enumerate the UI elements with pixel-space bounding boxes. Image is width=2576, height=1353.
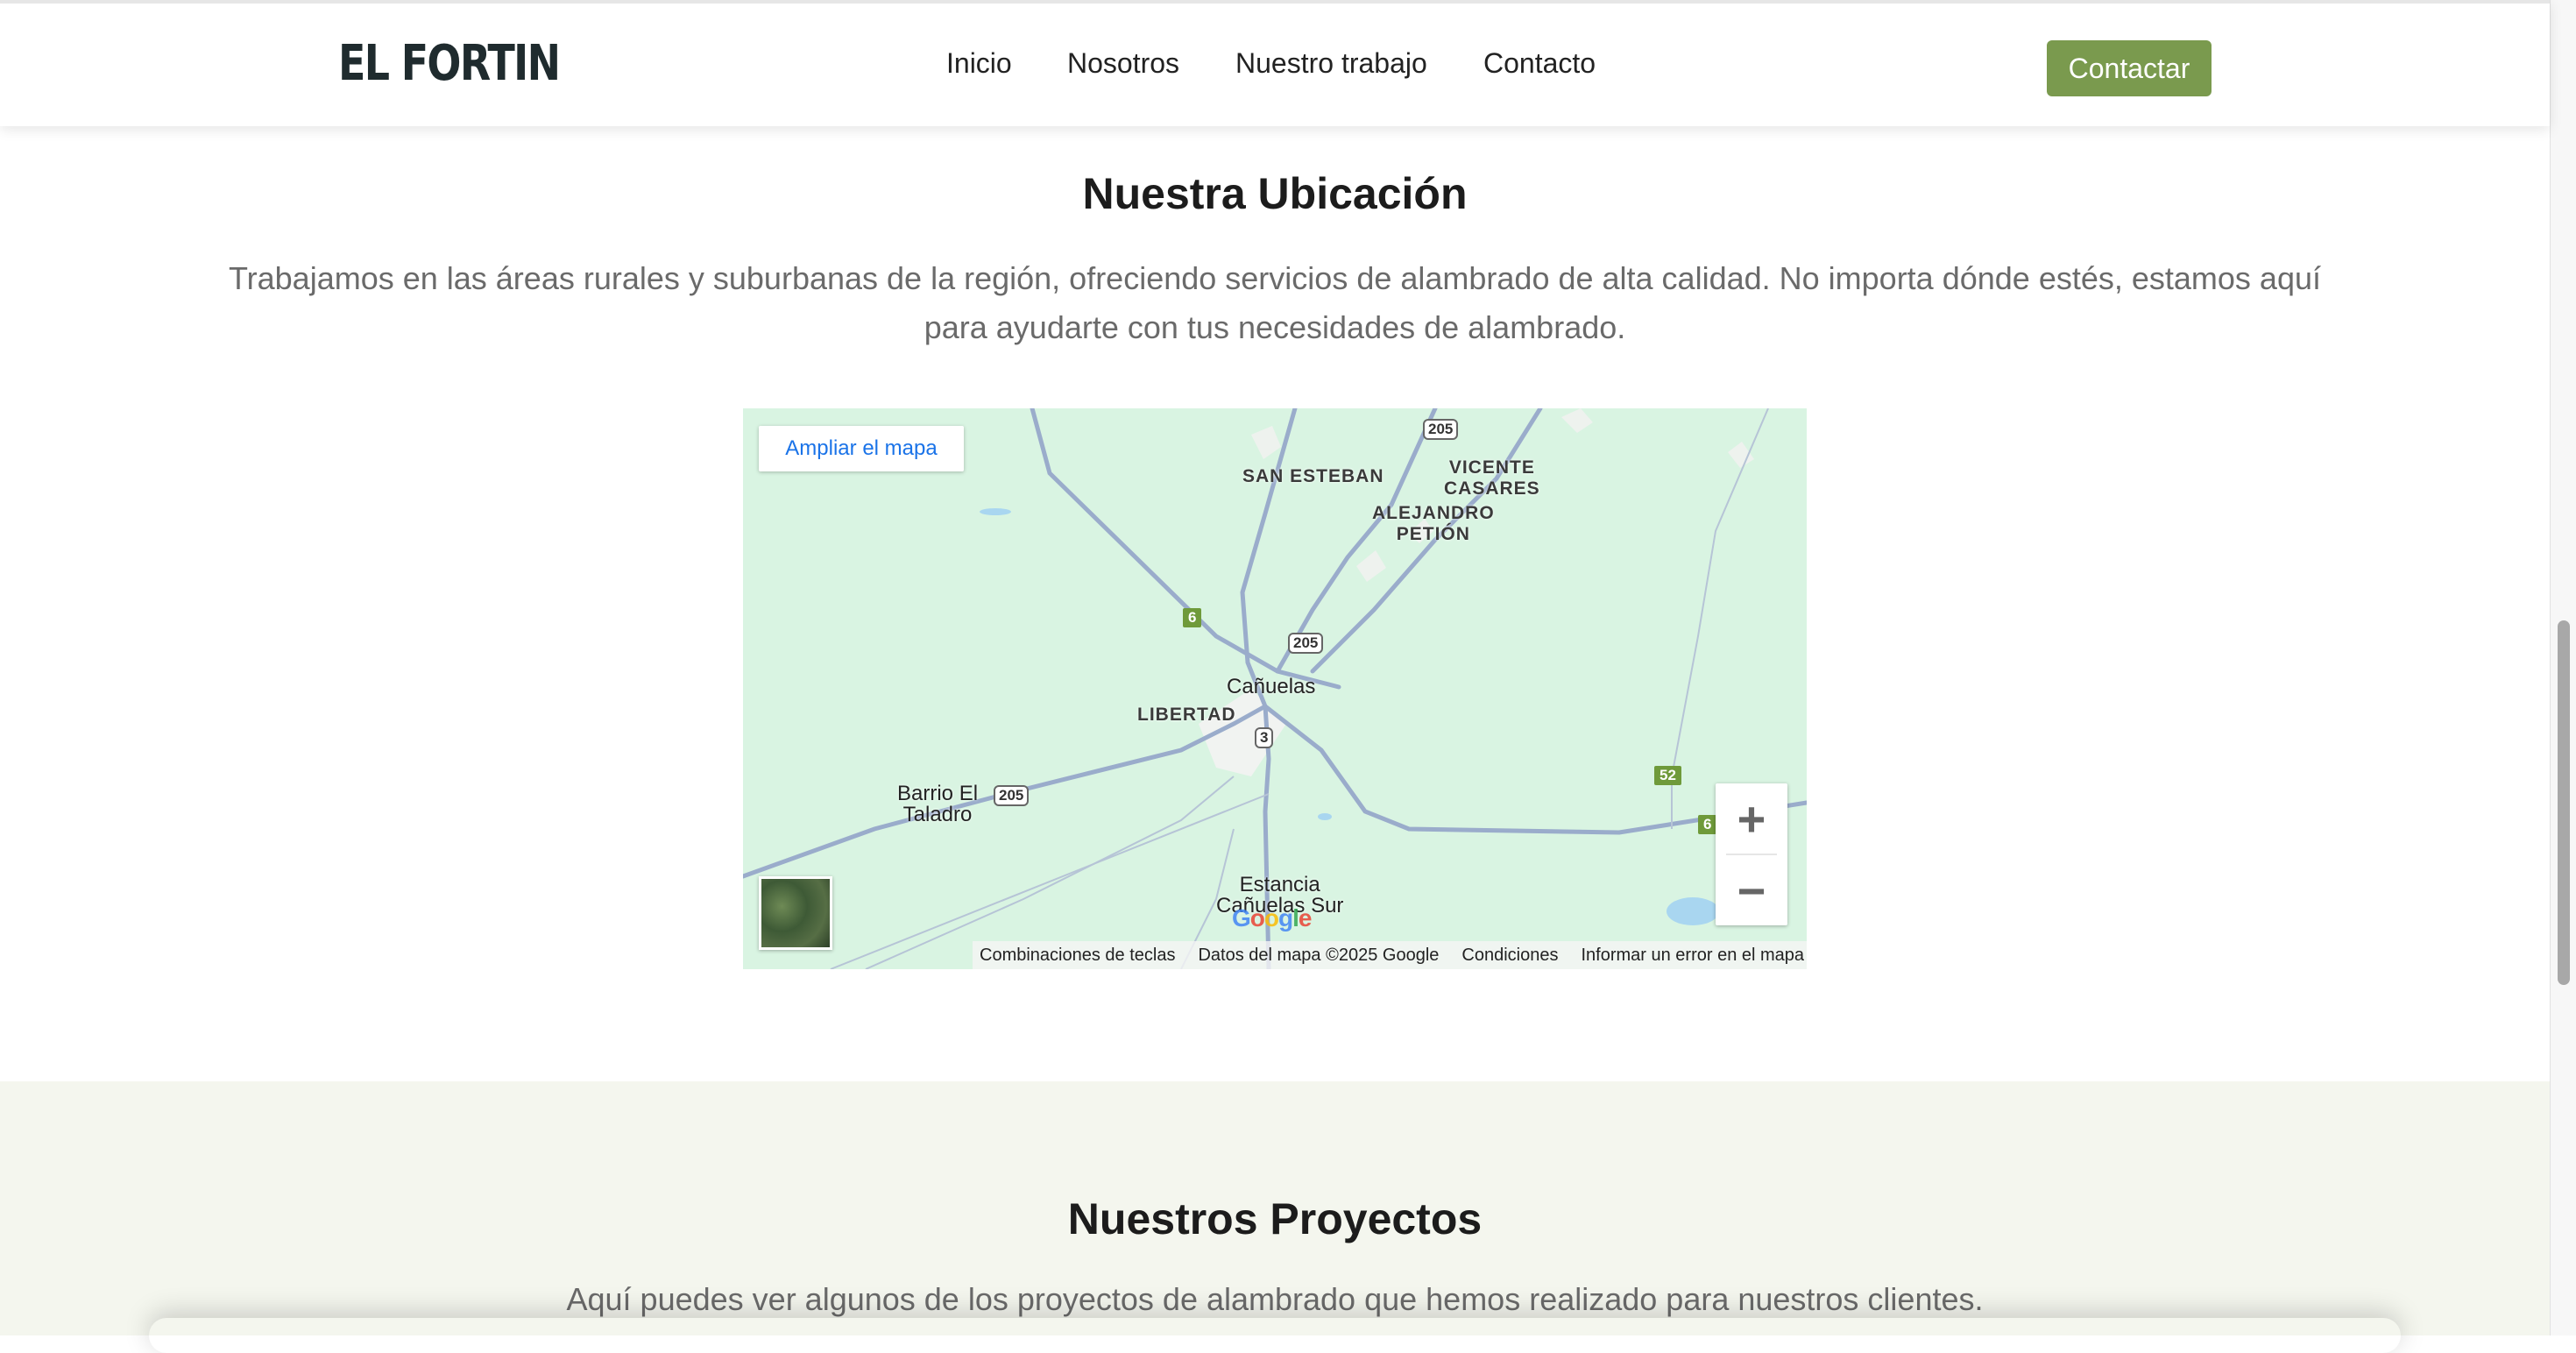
route-205-badge: 205	[1423, 419, 1459, 440]
projects-section: Nuestros Proyectos Aquí puedes ver algun…	[0, 1081, 2550, 1335]
google-logo: Google	[1232, 904, 1312, 932]
map-label-vicente-casares: VICENTE CASARES	[1444, 457, 1540, 499]
nav-link-nosotros[interactable]: Nosotros	[1067, 47, 1179, 80]
map-attribution-bar: Combinaciones de teclas Datos del mapa ©…	[973, 941, 1807, 969]
water-areas	[980, 508, 1719, 925]
keyboard-shortcuts-link[interactable]: Combinaciones de teclas	[980, 946, 1175, 966]
report-error-link[interactable]: Informar un error en el mapa	[1581, 946, 1804, 966]
map-label-canuelas: Cañuelas	[1227, 675, 1316, 698]
projects-description: Aquí puedes ver algunos de los proyectos…	[566, 1281, 1984, 1317]
map-data-attribution: Datos del mapa ©2025 Google	[1198, 945, 1440, 965]
map-label-san-esteban: SAN ESTEBAN	[1242, 466, 1384, 486]
scrollbar-thumb[interactable]	[2558, 620, 2570, 985]
zoom-in-button[interactable]: +	[1716, 783, 1787, 854]
route-3-badge: 3	[1255, 727, 1274, 748]
map-label-alejandro-petion: ALEJANDRO PETIÓN	[1372, 503, 1495, 544]
projects-title: Nuestros Proyectos	[1067, 1194, 1483, 1243]
nav-link-inicio[interactable]: Inicio	[946, 47, 1012, 80]
nav-link-contacto[interactable]: Contacto	[1483, 47, 1596, 80]
map-zoom-controls: + −	[1716, 783, 1787, 925]
terms-link[interactable]: Condiciones	[1461, 946, 1558, 966]
projects-card-edge	[149, 1318, 2401, 1353]
route-205-badge: 205	[994, 785, 1030, 806]
route-52-badge: 52	[1654, 766, 1681, 785]
route-6-badge: 6	[1183, 608, 1202, 627]
location-title: Nuestra Ubicación	[1082, 169, 1468, 218]
expand-map-button[interactable]: Ampliar el mapa	[759, 426, 964, 471]
route-205-badge: 205	[1288, 633, 1324, 654]
top-navbar: EL FORTIN Inicio Nosotros Nuestro trabaj…	[0, 0, 2550, 126]
nav-link-nuestro-trabajo[interactable]: Nuestro trabajo	[1235, 47, 1427, 80]
contact-button[interactable]: Contactar	[2047, 40, 2212, 96]
map-label-libertad: LIBERTAD	[1137, 705, 1236, 725]
map-label-barrio-el-taladro: Barrio El Taladro	[897, 782, 979, 826]
route-6-badge: 6	[1698, 815, 1717, 834]
brand-logo[interactable]: EL FORTIN	[338, 35, 561, 92]
zoom-out-button[interactable]: −	[1716, 855, 1787, 925]
location-description: Trabajamos en las áreas rurales y suburb…	[228, 260, 2321, 345]
page-scrollbar[interactable]	[2550, 0, 2576, 1335]
satellite-view-toggle[interactable]	[759, 876, 832, 950]
embedded-map[interactable]: Ampliar el mapa SAN ESTEBAN VICENTE CASA…	[743, 408, 1807, 969]
